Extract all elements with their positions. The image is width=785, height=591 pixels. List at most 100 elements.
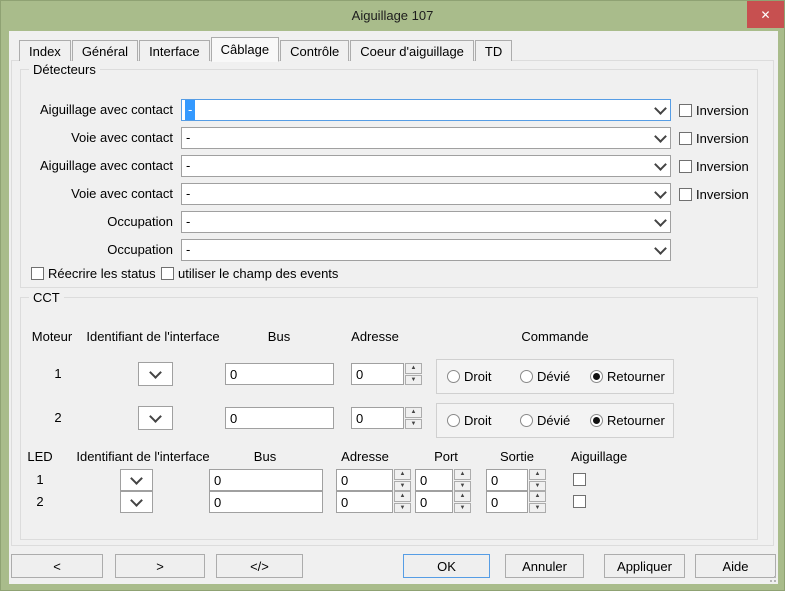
inversion-checkbox-4[interactable]: Inversion <box>679 187 749 202</box>
close-button[interactable]: ✕ <box>747 1 784 28</box>
radio-droit-1[interactable]: Droit <box>447 369 491 384</box>
inversion-checkbox-1[interactable]: Inversion <box>679 103 749 118</box>
detector-combo-4[interactable]: - <box>181 183 671 205</box>
chevron-down-icon[interactable] <box>650 248 670 253</box>
apply-button[interactable]: Appliquer <box>604 554 685 578</box>
radio-icon[interactable] <box>447 370 460 383</box>
detector-combo-6[interactable]: - <box>181 239 671 261</box>
cancel-button[interactable]: Annuler <box>505 554 584 578</box>
inversion-checkbox-2[interactable]: Inversion <box>679 131 749 146</box>
spin-down-button[interactable]: ▼ <box>454 503 471 514</box>
led-bus-input-1[interactable] <box>209 469 323 491</box>
use-events-checkbox[interactable]: utiliser le champ des events <box>161 266 338 281</box>
led-bus-field-2[interactable] <box>209 491 323 513</box>
led-adresse-input-2[interactable] <box>336 491 393 513</box>
led-port-input-2[interactable] <box>415 491 453 513</box>
resize-grip[interactable] <box>766 572 776 582</box>
radio-icon[interactable] <box>520 414 533 427</box>
motor-adresse-spinner-1[interactable]: ▲ ▼ <box>351 363 422 385</box>
led-aiguillage-checkbox-2[interactable] <box>573 495 586 508</box>
spin-up-button[interactable]: ▲ <box>529 469 546 480</box>
tab-td[interactable]: TD <box>475 40 512 61</box>
rewrite-status-checkbox[interactable]: Réecrire les status <box>31 266 156 281</box>
motor-adresse-input-2[interactable] <box>351 407 404 429</box>
led-sortie-input-2[interactable] <box>486 491 528 513</box>
detector-combo-5[interactable]: - <box>181 211 671 233</box>
radio-icon[interactable] <box>520 370 533 383</box>
title-bar[interactable]: Aiguillage 107 ✕ <box>1 1 784 31</box>
spin-down-button[interactable]: ▼ <box>405 375 422 386</box>
chevron-down-icon[interactable] <box>650 136 670 141</box>
radio-droit-2[interactable]: Droit <box>447 413 491 428</box>
led-adresse-input-1[interactable] <box>336 469 393 491</box>
led-port-spinner-2[interactable]: ▲ ▼ <box>415 491 471 513</box>
chevron-down-icon[interactable] <box>650 108 670 113</box>
motor-interface-combo-2[interactable] <box>138 406 173 430</box>
spin-up-button[interactable]: ▲ <box>454 469 471 480</box>
spin-down-button[interactable]: ▼ <box>405 419 422 430</box>
tab-controle[interactable]: Contrôle <box>280 40 349 61</box>
led-sortie-input-1[interactable] <box>486 469 528 491</box>
cct-group: CCT Moteur Identifiant de l'interface Bu… <box>20 297 758 540</box>
detector-combo-1[interactable]: - <box>181 99 671 121</box>
tab-index[interactable]: Index <box>19 40 71 61</box>
chevron-down-icon[interactable] <box>650 164 670 169</box>
tab-cablage[interactable]: Câblage <box>211 37 279 62</box>
tab-interface[interactable]: Interface <box>139 40 210 61</box>
inversion-checkbox-3[interactable]: Inversion <box>679 159 749 174</box>
radio-icon[interactable] <box>447 414 460 427</box>
motor-bus-field-2[interactable] <box>225 407 334 429</box>
led-port-input-1[interactable] <box>415 469 453 491</box>
radio-checked-icon[interactable] <box>590 414 603 427</box>
radio-devie-1[interactable]: Dévié <box>520 369 570 384</box>
spin-down-button[interactable]: ▼ <box>529 503 546 514</box>
checkbox-icon[interactable] <box>679 132 692 145</box>
help-button[interactable]: Aide <box>695 554 776 578</box>
led-port-spinner-1[interactable]: ▲ ▼ <box>415 469 471 491</box>
detector-combo-2[interactable]: - <box>181 127 671 149</box>
spin-down-button[interactable]: ▼ <box>394 503 411 514</box>
ok-button[interactable]: OK <box>403 554 490 578</box>
tab-coeur-aiguillage[interactable]: Coeur d'aiguillage <box>350 40 474 61</box>
spin-up-button[interactable]: ▲ <box>405 363 422 374</box>
led-interface-combo-1[interactable] <box>120 469 153 491</box>
chevron-down-icon[interactable] <box>650 192 670 197</box>
led-adresse-spinner-2[interactable]: ▲ ▼ <box>336 491 411 513</box>
prev-button[interactable]: < <box>11 554 103 578</box>
motor-bus-input-2[interactable] <box>225 407 334 429</box>
led-sortie-spinner-1[interactable]: ▲ ▼ <box>486 469 546 491</box>
spin-down-button[interactable]: ▼ <box>454 481 471 492</box>
led-bus-input-2[interactable] <box>209 491 323 513</box>
led-aiguillage-checkbox-1[interactable] <box>573 473 586 486</box>
radio-devie-2[interactable]: Dévié <box>520 413 570 428</box>
checkbox-icon[interactable] <box>679 160 692 173</box>
spin-down-button[interactable]: ▼ <box>394 481 411 492</box>
radio-retourner-1[interactable]: Retourner <box>590 369 665 384</box>
spin-up-button[interactable]: ▲ <box>454 491 471 502</box>
led-interface-combo-2[interactable] <box>120 491 153 513</box>
tab-general[interactable]: Général <box>72 40 138 61</box>
detector-combo-3[interactable]: - <box>181 155 671 177</box>
checkbox-icon[interactable] <box>679 188 692 201</box>
motor-bus-field-1[interactable] <box>225 363 334 385</box>
next-button[interactable]: > <box>115 554 205 578</box>
spin-up-button[interactable]: ▲ <box>394 491 411 502</box>
spin-up-button[interactable]: ▲ <box>529 491 546 502</box>
motor-bus-input-1[interactable] <box>225 363 334 385</box>
motor-adresse-spinner-2[interactable]: ▲ ▼ <box>351 407 422 429</box>
checkbox-icon[interactable] <box>31 267 44 280</box>
checkbox-icon[interactable] <box>679 104 692 117</box>
radio-checked-icon[interactable] <box>590 370 603 383</box>
led-sortie-spinner-2[interactable]: ▲ ▼ <box>486 491 546 513</box>
motor-adresse-input-1[interactable] <box>351 363 404 385</box>
spin-up-button[interactable]: ▲ <box>394 469 411 480</box>
spin-down-button[interactable]: ▼ <box>529 481 546 492</box>
radio-retourner-2[interactable]: Retourner <box>590 413 665 428</box>
code-button[interactable]: </> <box>216 554 303 578</box>
led-bus-field-1[interactable] <box>209 469 323 491</box>
motor-interface-combo-1[interactable] <box>138 362 173 386</box>
spin-up-button[interactable]: ▲ <box>405 407 422 418</box>
led-adresse-spinner-1[interactable]: ▲ ▼ <box>336 469 411 491</box>
chevron-down-icon[interactable] <box>650 220 670 225</box>
checkbox-icon[interactable] <box>161 267 174 280</box>
